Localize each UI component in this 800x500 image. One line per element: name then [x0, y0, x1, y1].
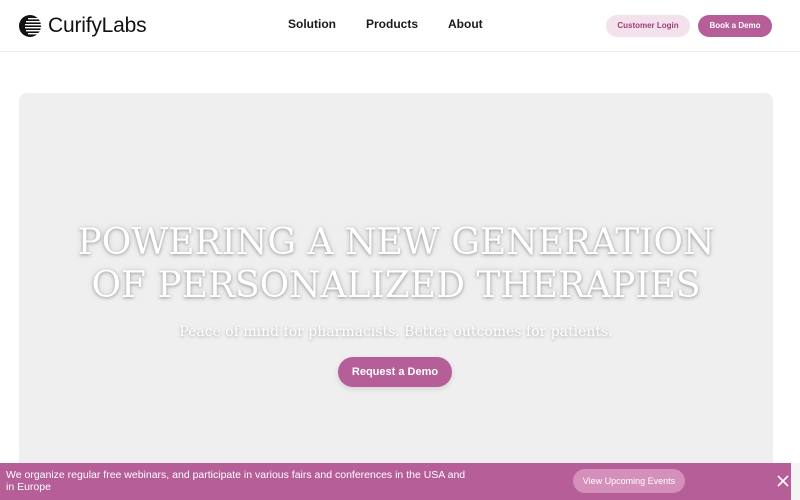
view-upcoming-events-button[interactable]: View Upcoming Events	[573, 469, 685, 493]
customer-login-button[interactable]: Customer Login	[606, 15, 690, 37]
brand-name: CurifyLabs	[48, 14, 147, 37]
hero-title-line-1: POWERING A NEW GENERATION	[77, 222, 715, 263]
main-nav: Solution Products About	[288, 17, 513, 31]
banner-message: We organize regular free webinars, and p…	[6, 469, 466, 493]
nav-item-solution[interactable]: Solution	[288, 17, 336, 31]
book-demo-button[interactable]: Book a Demo	[698, 15, 772, 37]
hero-section: POWERING A NEW GENERATION OF PERSONALIZE…	[19, 93, 773, 473]
page-scrollbar[interactable]	[791, 463, 800, 500]
brand-logo[interactable]: CurifyLabs	[18, 13, 147, 39]
hero-subtitle: Peace of mind for pharmacists. Better ou…	[179, 324, 613, 340]
request-demo-button[interactable]: Request a Demo	[338, 357, 452, 387]
site-header: CurifyLabs Solution Products About Custo…	[0, 0, 800, 52]
hero-title: POWERING A NEW GENERATION OF PERSONALIZE…	[19, 221, 773, 307]
events-banner: We organize regular free webinars, and p…	[0, 463, 791, 500]
nav-item-products[interactable]: Products	[366, 17, 418, 31]
nav-item-about[interactable]: About	[448, 17, 483, 31]
curifylabs-logo-icon	[19, 15, 42, 37]
close-icon[interactable]	[776, 474, 790, 488]
hero-title-line-2: OF PERSONALIZED THERAPIES	[91, 265, 701, 306]
